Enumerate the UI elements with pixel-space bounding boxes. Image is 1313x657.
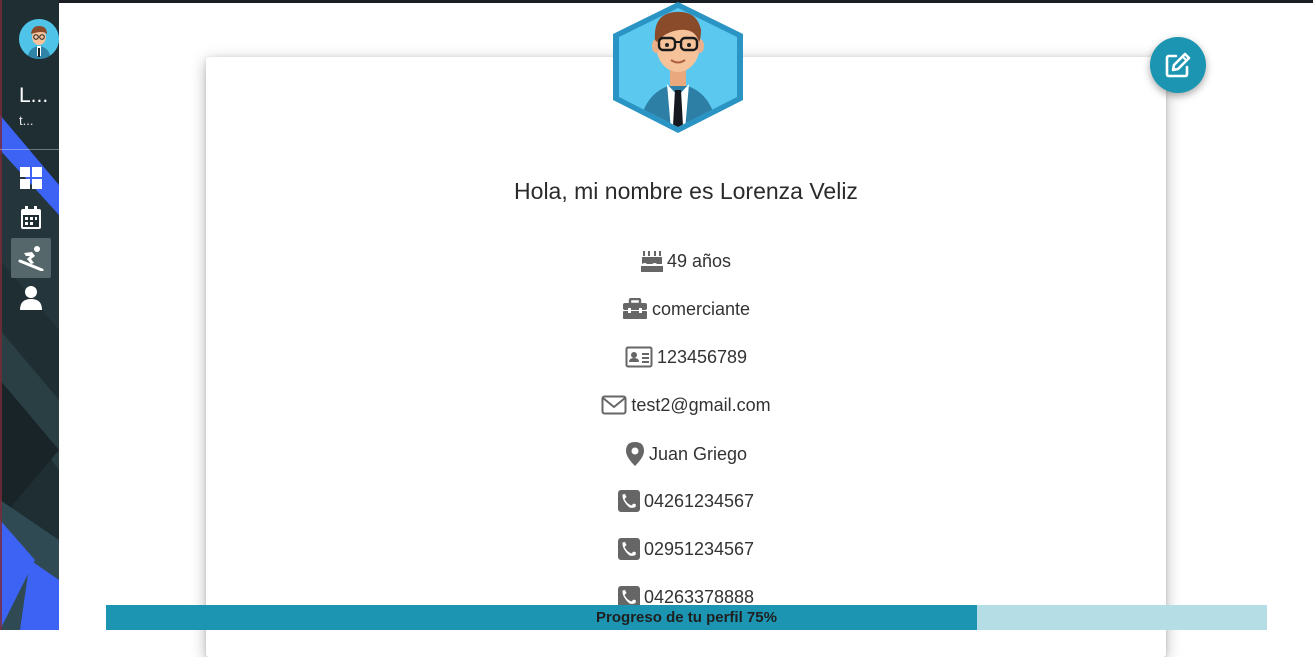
dashboard-grid-icon (20, 167, 42, 189)
user-icon (20, 286, 42, 310)
phone-square-icon (617, 538, 640, 560)
sidebar-item-calendar[interactable] (11, 198, 51, 238)
envelope-icon (601, 395, 627, 415)
profile-progress-bar: Progreso de tu perfil 75% (106, 605, 1267, 630)
info-occupation-text: comerciante (651, 299, 751, 319)
profile-greeting: Hola, mi nombre es Lorenza Veliz (514, 178, 858, 204)
profile-avatar-hexagon[interactable] (609, 0, 747, 136)
info-age-text: 49 años (666, 251, 732, 271)
avatar-icon (19, 19, 59, 59)
info-phone-text: 04261234567 (643, 491, 755, 511)
edit-icon (1165, 52, 1191, 78)
info-email-text: test2@gmail.com (631, 395, 771, 415)
sidebar: L... t... (0, 0, 59, 630)
sidebar-user-name: L... (19, 84, 49, 107)
birthday-cake-icon (640, 251, 663, 272)
phone-square-icon (617, 490, 640, 512)
calendar-icon (21, 206, 41, 229)
info-phone-2: 02951234567 (206, 537, 1166, 561)
id-card-icon (625, 346, 653, 368)
snowboarder-icon (18, 246, 44, 271)
sidebar-item-activities[interactable] (11, 238, 51, 278)
sidebar-item-profile[interactable] (11, 278, 51, 318)
sidebar-avatar[interactable] (19, 19, 59, 59)
toolbox-icon (622, 298, 647, 319)
profile-progress-label: Progreso de tu perfil 75% (596, 609, 777, 626)
map-marker-icon (625, 442, 644, 466)
info-email: test2@gmail.com (206, 393, 1166, 417)
info-location: Juan Griego (206, 441, 1166, 467)
info-id-number-text: 123456789 (656, 347, 748, 367)
info-location-text: Juan Griego (648, 444, 748, 464)
info-occupation: comerciante (206, 297, 1166, 321)
sidebar-divider (0, 149, 59, 150)
info-phone-1: 04261234567 (206, 489, 1166, 513)
sidebar-item-dashboard[interactable] (11, 158, 51, 198)
edit-profile-button[interactable] (1150, 37, 1206, 93)
info-phone-text: 02951234567 (643, 539, 755, 559)
info-id-number: 123456789 (206, 345, 1166, 369)
sidebar-user-subtitle: t... (19, 113, 34, 128)
info-age: 49 años (206, 249, 1166, 273)
